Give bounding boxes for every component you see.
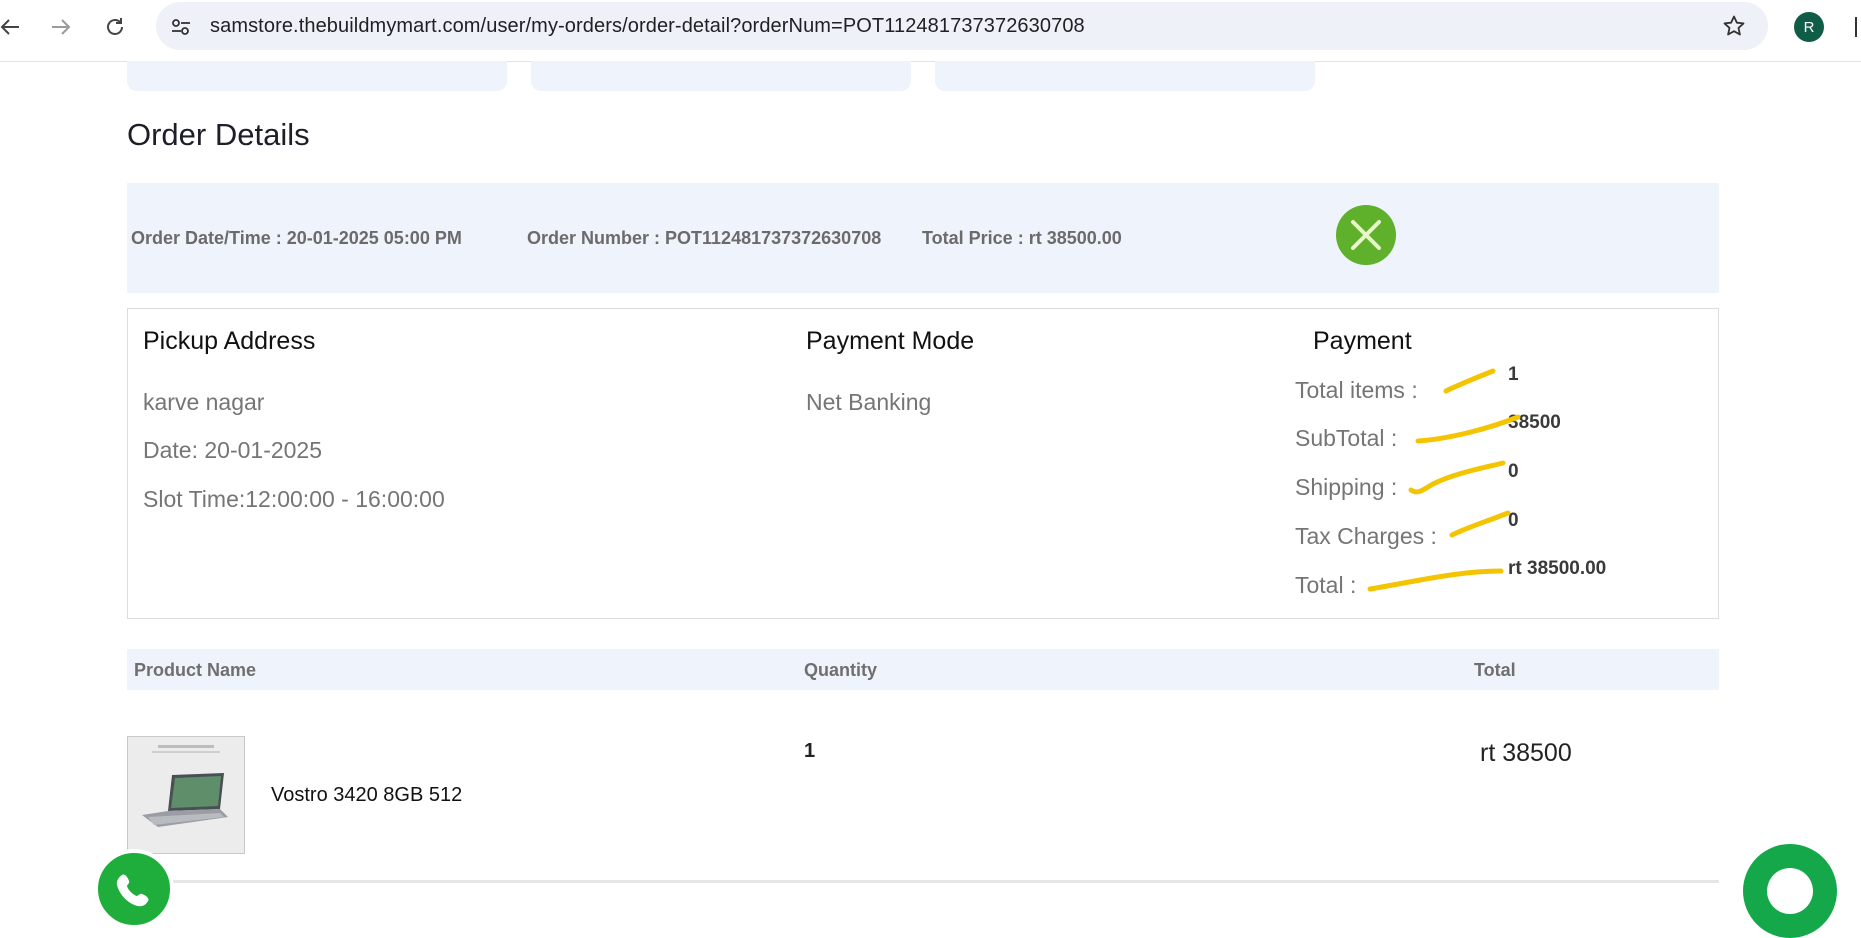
product-quantity: 1 (804, 740, 816, 762)
th-quantity: Quantity (804, 660, 878, 680)
chat-button[interactable] (1743, 844, 1837, 938)
order-date: Order Date/Time : 20-01-2025 05:00 PM (131, 228, 462, 248)
subtotal-value: 38500 (1508, 412, 1561, 433)
th-product-name: Product Name (134, 660, 257, 680)
product-total: rt 38500 (1480, 739, 1572, 767)
page-title: Order Details (127, 117, 310, 152)
forward-arrow-icon[interactable] (45, 11, 77, 43)
top-card-1 (127, 61, 507, 91)
shipping-label: Shipping : (1295, 474, 1398, 500)
product-table-header: Product Name Quantity Total (127, 649, 1719, 690)
pickup-address: karve nagar (143, 389, 265, 415)
reload-icon[interactable] (99, 11, 131, 43)
divider (127, 880, 1719, 883)
shipping-value: 0 (1508, 461, 1519, 482)
bookmark-star-icon[interactable] (1722, 14, 1746, 43)
back-arrow-icon[interactable] (0, 11, 26, 43)
extensions-icon[interactable] (1852, 15, 1861, 44)
address-url[interactable]: samstore.thebuildmymart.com/user/my-orde… (210, 15, 1085, 38)
th-total: Total (1474, 660, 1516, 680)
phone-icon (116, 874, 149, 907)
top-card-2 (531, 61, 911, 91)
payment-mode-value: Net Banking (806, 389, 932, 415)
order-summary-bar: Order Date/Time : 20-01-2025 05:00 PM Or… (127, 183, 1719, 293)
product-name[interactable]: Vostro 3420 8GB 512 (271, 784, 462, 807)
pickup-heading: Pickup Address (143, 327, 316, 355)
total-items-value: 1 (1508, 364, 1519, 385)
pickup-date: Date: 20-01-2025 (143, 437, 323, 463)
chat-bubble-icon (1767, 868, 1813, 914)
cancel-x-icon[interactable] (1336, 205, 1396, 265)
order-number: Order Number : POT112481737372630708 (527, 228, 882, 248)
total-price: Total Price : rt 38500.00 (922, 228, 1122, 248)
pickup-slot: Slot Time:12:00:00 - 16:00:00 (143, 486, 445, 512)
total-value: rt 38500.00 (1508, 558, 1607, 579)
top-card-3 (935, 61, 1315, 91)
total-label: Total : (1295, 572, 1357, 598)
site-settings-icon[interactable] (170, 16, 192, 43)
address-bar[interactable]: samstore.thebuildmymart.com/user/my-orde… (156, 2, 1768, 50)
payment-mode-heading: Payment Mode (806, 327, 975, 355)
browser-toolbar: samstore.thebuildmymart.com/user/my-orde… (0, 0, 1861, 62)
tax-charges-label: Tax Charges : (1295, 523, 1437, 549)
payment-heading: Payment (1313, 327, 1412, 355)
order-info-box: Pickup Address karve nagar Date: 20-01-2… (127, 308, 1719, 619)
tax-charges-value: 0 (1508, 510, 1519, 531)
subtotal-label: SubTotal : (1295, 425, 1398, 451)
whatsapp-call-button[interactable] (94, 849, 174, 929)
total-items-label: Total items : (1295, 377, 1418, 403)
product-image[interactable] (127, 736, 245, 854)
profile-avatar[interactable]: R (1794, 12, 1824, 42)
